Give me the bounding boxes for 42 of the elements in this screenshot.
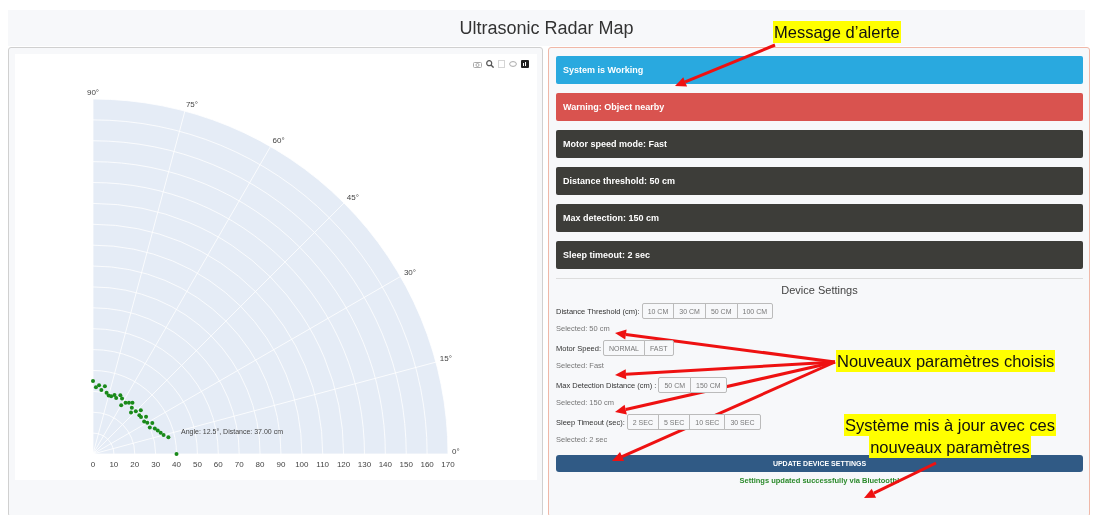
- angle-label: 0°: [452, 447, 460, 456]
- tick-label: 40: [172, 460, 181, 469]
- tick-label: 70: [234, 460, 244, 469]
- annotation-label: Message d’alerte: [773, 21, 901, 43]
- alert-message: Warning: Object nearby: [556, 93, 1083, 121]
- tick-label: 0: [90, 460, 96, 469]
- section-title: Device Settings: [780, 284, 859, 296]
- logo-icon[interactable]: [521, 60, 529, 68]
- tick-label: 60: [213, 460, 223, 469]
- zoom-icon[interactable]: [486, 60, 494, 68]
- tick-label: 20: [130, 460, 140, 469]
- page-title: Ultrasonic Radar Map: [459, 17, 634, 39]
- tick-label: 160: [420, 460, 434, 469]
- tick-label: 100: [295, 460, 309, 469]
- alert-message: Motor speed mode: Fast: [556, 130, 1083, 158]
- box-select-icon[interactable]: [498, 60, 505, 68]
- annotation-label: nouveaux paramètres: [869, 436, 1031, 458]
- angle-label: 15°: [439, 354, 452, 364]
- tick-label: 80: [255, 460, 265, 469]
- tick-label: 30: [151, 460, 161, 469]
- angle-label: 75°: [185, 100, 199, 110]
- alert-message: Max detection: 150 cm: [556, 204, 1083, 232]
- alert-message: System is Working: [556, 56, 1083, 84]
- camera-icon[interactable]: [473, 60, 482, 68]
- annotation-label: Système mis à jour avec ces: [844, 414, 1056, 436]
- tick-label: 10: [109, 460, 119, 469]
- tick-label: 130: [357, 460, 372, 469]
- tick-label: 120: [336, 460, 351, 469]
- annotation-label: Nouveaux paramètres choisis: [836, 350, 1056, 372]
- angle-label: 30°: [403, 267, 416, 277]
- angle-label: 60°: [272, 136, 285, 146]
- lasso-icon[interactable]: [509, 60, 517, 68]
- alert-message: Distance threshold: 50 cm: [556, 167, 1083, 195]
- tick-label: 140: [378, 460, 393, 469]
- tick-label: 90: [276, 460, 286, 469]
- tick-label: 170: [441, 460, 455, 469]
- tick-label: 150: [399, 460, 413, 469]
- tick-label: 110: [316, 460, 330, 469]
- alert-message: Sleep timeout: 2 sec: [556, 241, 1083, 269]
- angle-label: 90°: [86, 88, 100, 97]
- tick-label: 50: [192, 460, 202, 469]
- angle-label: 45°: [346, 193, 359, 203]
